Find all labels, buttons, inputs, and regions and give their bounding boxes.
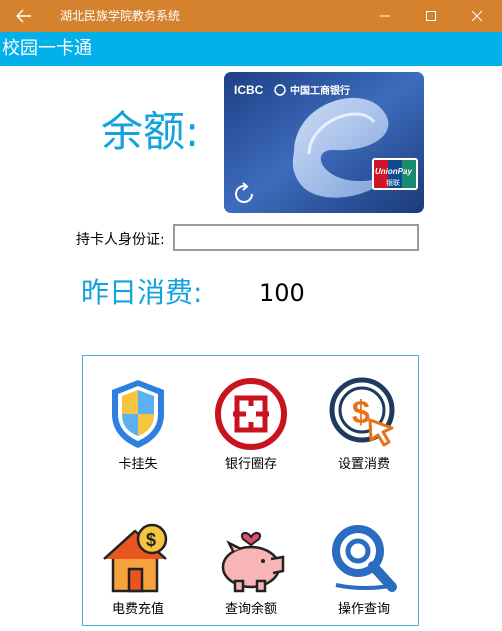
close-icon — [471, 10, 483, 22]
yesterday-spending-value: 100 — [259, 279, 305, 307]
svg-text:$: $ — [352, 394, 370, 430]
icbc-logo-icon — [215, 378, 287, 450]
electricity-topup-label: 电费充值 — [111, 602, 164, 617]
window-title: 湖北民族学院教务系统 — [60, 9, 181, 23]
operation-history-label: 操作查询 — [337, 602, 390, 617]
set-spending-label: 设置消费 — [337, 457, 390, 472]
card-bank-name: 中国工商银行 — [290, 84, 350, 97]
query-balance-tile[interactable]: 查询余额 — [196, 521, 306, 631]
refresh-icon[interactable] — [232, 182, 256, 206]
card-network: UnionPay — [375, 167, 412, 176]
balance-label: 余额: — [101, 107, 200, 156]
back-button[interactable] — [0, 0, 48, 32]
card-network-cn: 银联 — [386, 178, 400, 187]
electricity-topup-tile[interactable]: $ 电费充值 — [83, 521, 193, 631]
minimize-icon — [380, 15, 390, 17]
set-spending-tile[interactable]: $ 设置消费 — [309, 376, 419, 486]
magnifier-icon — [332, 525, 397, 592]
bank-transfer-label: 银行圈存 — [224, 457, 277, 472]
query-balance-label: 查询余额 — [224, 602, 277, 617]
maximize-button[interactable] — [408, 0, 454, 32]
report-loss-label: 卡挂失 — [118, 457, 158, 472]
function-panel: 卡挂失 银行圈存 $ 设置消费 $ 电费充值 查询余额 操作查询 — [82, 355, 419, 626]
app-title: 校园一卡通 — [2, 38, 92, 59]
house-coin-icon: $ — [103, 523, 168, 593]
report-loss-tile[interactable]: 卡挂失 — [83, 376, 193, 486]
id-number-label: 持卡人身份证: — [76, 232, 165, 248]
shield-icon — [112, 380, 164, 448]
back-arrow-icon — [16, 9, 31, 23]
operation-history-tile[interactable]: 操作查询 — [309, 521, 419, 631]
app-header: 校园一卡通 — [0, 32, 502, 66]
close-button[interactable] — [454, 0, 500, 32]
bank-transfer-tile[interactable]: 银行圈存 — [196, 376, 306, 486]
bank-card-image: ICBC 中国工商银行 UnionPay 银联 — [224, 72, 424, 213]
piggy-bank-icon — [221, 531, 285, 593]
yesterday-spending-label: 昨日消费: — [81, 276, 203, 309]
id-number-input[interactable] — [173, 224, 419, 251]
maximize-icon — [426, 11, 436, 21]
window-titlebar: 湖北民族学院教务系统 — [0, 0, 502, 32]
card-bank-brand: ICBC — [234, 83, 264, 97]
svg-text:$: $ — [146, 530, 156, 550]
dollar-cursor-icon: $ — [329, 377, 395, 447]
minimize-button[interactable] — [362, 0, 408, 32]
